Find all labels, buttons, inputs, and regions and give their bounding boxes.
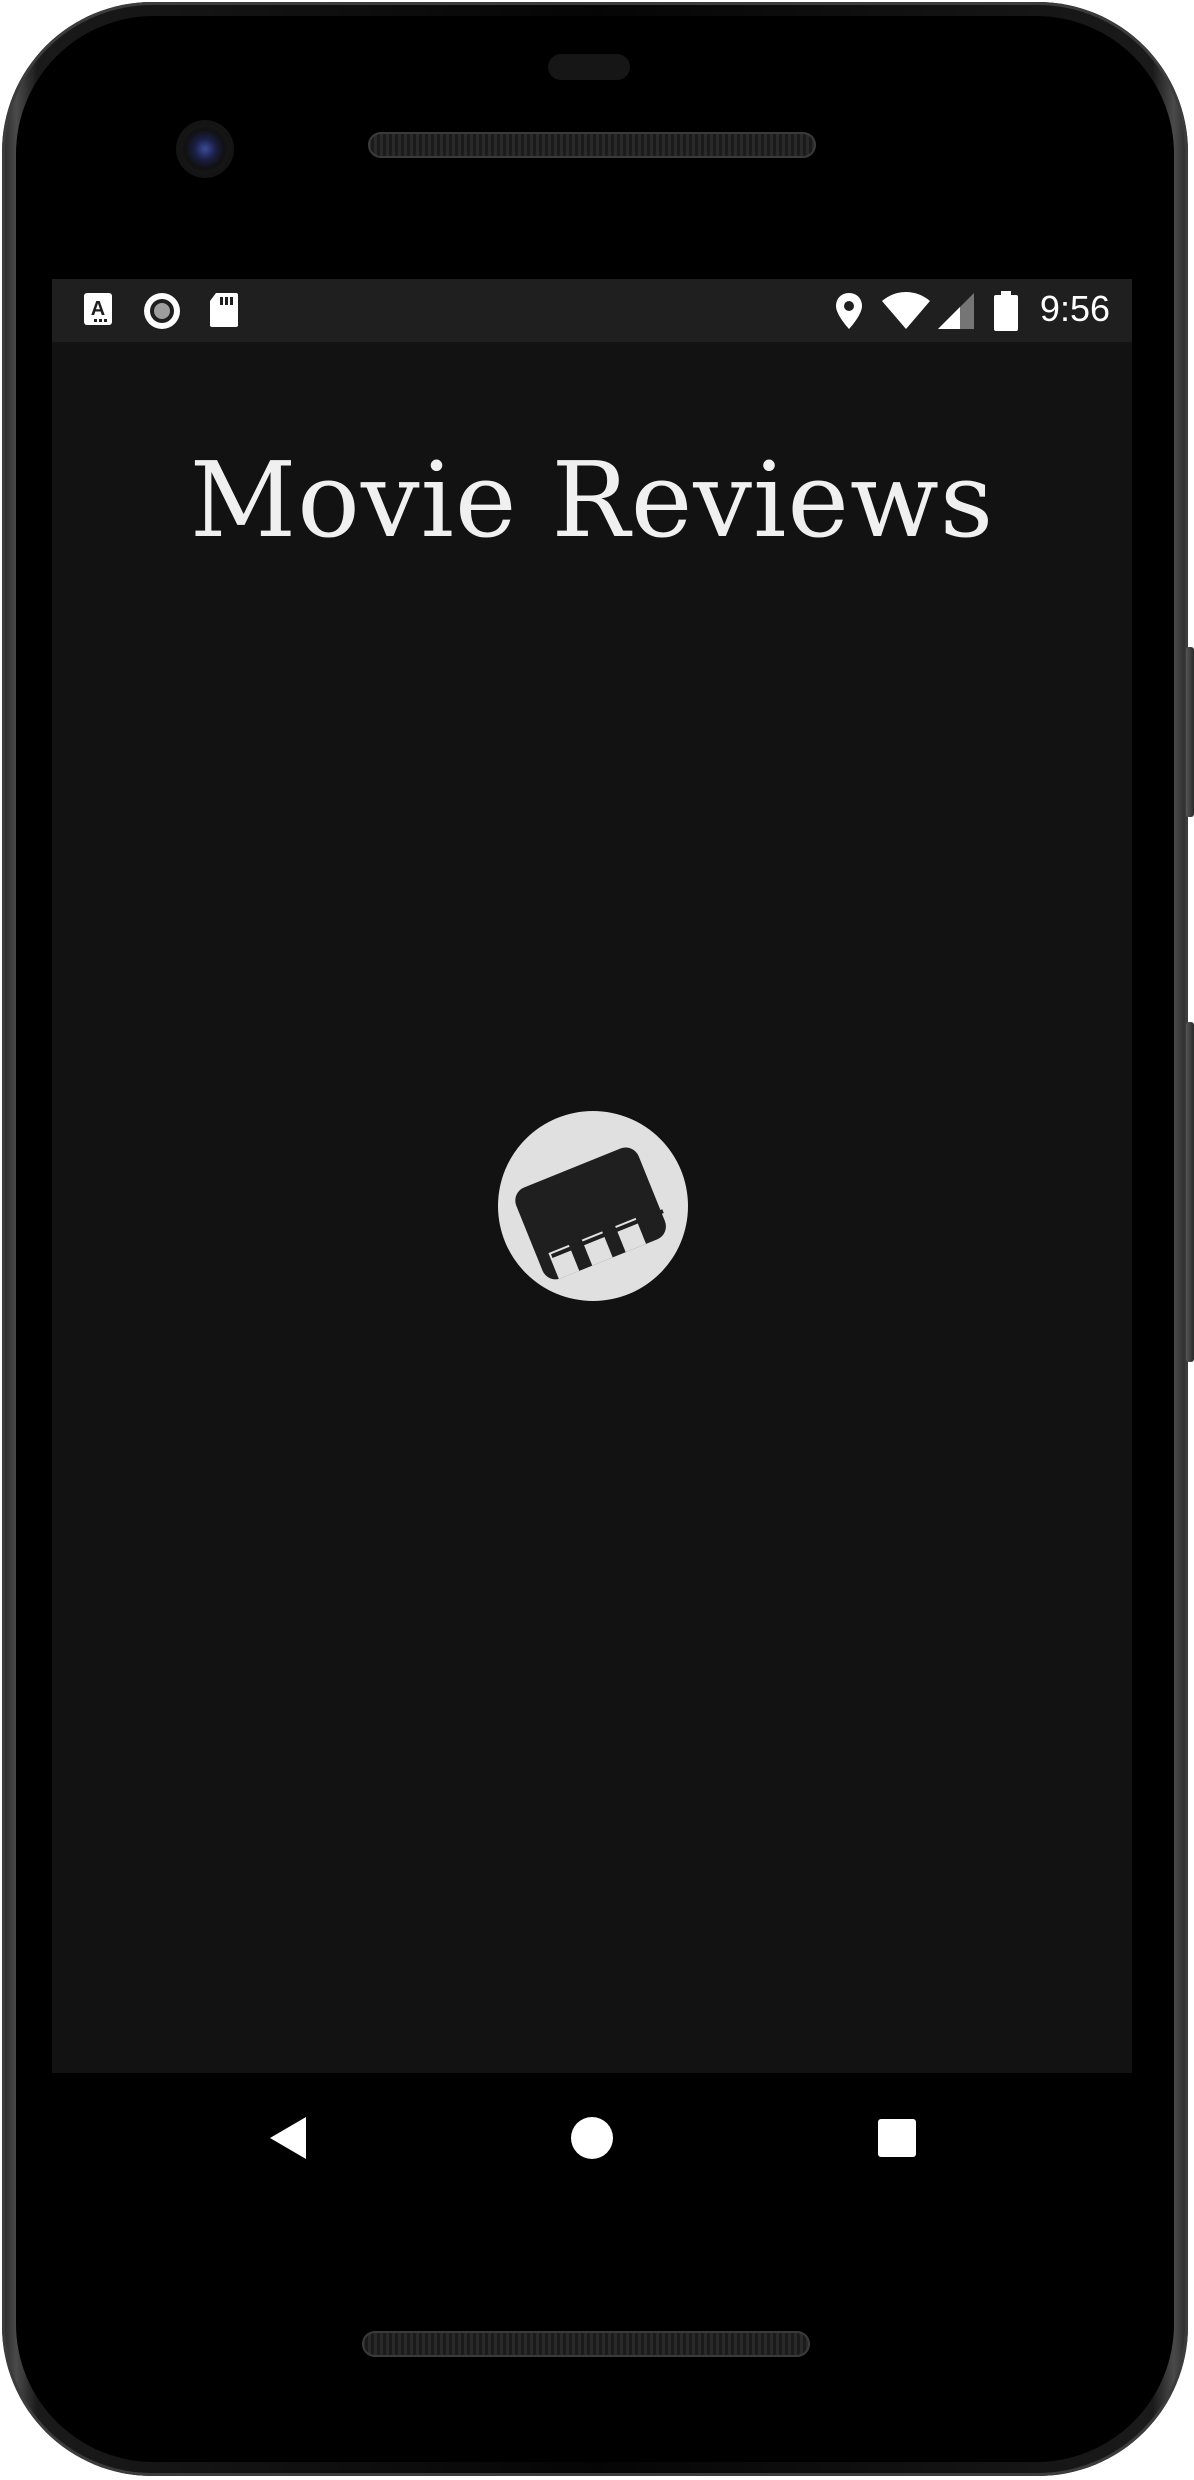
front-camera [180,124,230,174]
record-circle-icon [144,293,180,329]
wifi-icon [882,292,930,329]
navigation-bar [52,2073,1132,2199]
back-icon[interactable] [252,2103,322,2173]
sd-card-icon [210,293,238,327]
status-time: 9:56 [1039,288,1110,329]
top-speaker-grille [368,132,816,158]
location-icon [836,293,862,329]
clapperboard-logo-icon [498,1111,688,1301]
app-screen: A 9:56 Movie Reviews [52,279,1132,2073]
proximity-sensor [548,54,630,80]
volume-button[interactable] [1186,1022,1194,1362]
battery-icon [994,291,1018,331]
svg-text:A: A [91,298,105,320]
power-button[interactable] [1186,647,1194,817]
app-title: Movie Reviews [189,439,995,561]
bottom-speaker-grille [362,2331,810,2357]
signal-icon [938,293,974,329]
status-bar: A 9:56 [52,279,1132,342]
home-icon[interactable] [557,2103,627,2173]
accessibility-a-icon: A [84,293,112,325]
recents-icon[interactable] [862,2103,932,2173]
